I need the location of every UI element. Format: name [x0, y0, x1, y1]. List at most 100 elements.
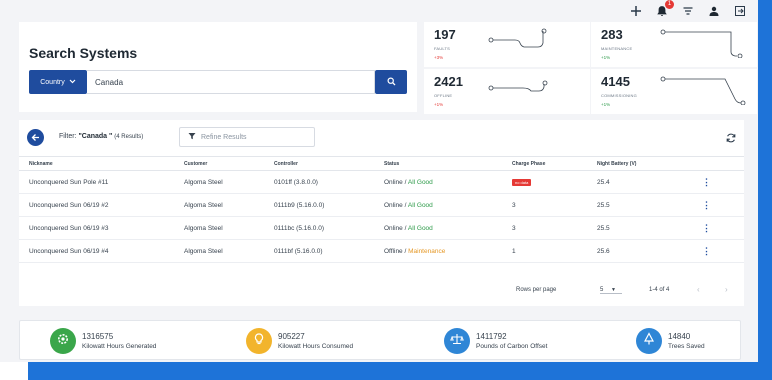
total-kwh-consumed: 905227 Kilowatt Hours Consumed: [246, 327, 353, 355]
search-icon: [387, 73, 396, 91]
total-kwh-generated: 1316575 Kilowatt Hours Generated: [50, 327, 156, 355]
filter-summary: Filter: "Canada " (4 Results): [59, 133, 143, 140]
plus-icon[interactable]: [630, 5, 642, 17]
top-toolbar: 1: [0, 0, 758, 22]
back-button[interactable]: [27, 129, 44, 146]
rows-per-page-select[interactable]: 5 ▼: [600, 287, 622, 294]
next-page-icon[interactable]: ›: [725, 285, 728, 294]
stat-maintenance[interactable]: 283 MAINTENANCE +1%: [591, 22, 757, 67]
stat-commissioning-value: 4145: [601, 74, 630, 89]
country-dropdown-button[interactable]: Country: [29, 70, 87, 94]
status-health: All Good: [407, 201, 433, 209]
total-value: 1316575: [82, 332, 114, 341]
total-value: 905227: [278, 332, 305, 341]
rows-per-page-label: Rows per page: [516, 287, 557, 293]
gear-icon: [56, 332, 70, 351]
filter-icon[interactable]: [682, 5, 694, 17]
column-header[interactable]: Controller: [264, 156, 374, 171]
stat-maintenance-label: MAINTENANCE: [601, 46, 633, 51]
pagination: Rows per page 5 ▼ 1-4 of 4 ‹ ›: [19, 280, 744, 300]
bottom-blue-edge: [28, 362, 772, 380]
country-dropdown-label: Country: [40, 78, 65, 86]
total-carbon-offset: 1411792 Pounds of Carbon Offset: [444, 327, 547, 355]
row-actions-cell: ⋮: [692, 239, 744, 263]
stat-offline-sparkline: [488, 80, 548, 92]
nickname-cell[interactable]: Unconquered Sun 06/19 #4: [19, 239, 174, 263]
table-row[interactable]: Unconquered Sun Pole #11 Algoma Steel 0101…: [19, 170, 744, 194]
stat-commissioning[interactable]: 4145 COMMISSIONING +1%: [591, 69, 757, 114]
stat-faults-label: FAULTS: [434, 46, 451, 51]
total-label: Kilowatt Hours Generated: [82, 343, 157, 350]
status-state: Online: [384, 224, 403, 232]
total-label: Trees Saved: [668, 343, 705, 350]
arrow-left-icon: [31, 129, 40, 147]
status-cell: Online / All Good: [374, 216, 502, 240]
status-cell: Online / All Good: [374, 193, 502, 217]
stat-commissioning-change: +1%: [601, 102, 611, 107]
refresh-icon[interactable]: [725, 131, 737, 143]
tree-icon: [642, 331, 656, 351]
lightbulb-icon: [252, 332, 266, 351]
search-input[interactable]: Canada: [87, 70, 375, 94]
right-blue-edge: [758, 0, 772, 380]
stat-offline-value: 2421: [434, 74, 463, 89]
refine-results-placeholder: Refine Results: [201, 133, 247, 141]
nickname-cell[interactable]: Unconquered Sun 06/19 #3: [19, 216, 174, 240]
status-state: Online: [384, 178, 403, 186]
column-header[interactable]: Nickname: [19, 156, 174, 171]
charge-phase-cell: no data: [502, 170, 587, 194]
night-battery-cell: 25.4: [587, 170, 692, 194]
stat-faults-value: 197: [434, 27, 456, 42]
table-row[interactable]: Unconquered Sun 06/19 #2 Algoma Steel 0111…: [19, 193, 744, 217]
user-icon[interactable]: [708, 5, 720, 17]
customer-cell: Algoma Steel: [174, 193, 264, 217]
refine-results-input[interactable]: Refine Results: [179, 127, 315, 147]
logout-icon[interactable]: [734, 5, 746, 17]
stat-faults-change: +3%: [434, 55, 444, 60]
more-vertical-icon[interactable]: ⋮: [702, 246, 711, 256]
filter-count: (4 Results): [114, 134, 144, 140]
total-value: 14840: [668, 332, 691, 341]
more-vertical-icon[interactable]: ⋮: [702, 177, 711, 187]
column-header[interactable]: Status: [374, 156, 502, 171]
total-icon-circle: [444, 328, 470, 354]
nickname-cell[interactable]: Unconquered Sun Pole #11: [19, 170, 174, 194]
stat-commissioning-sparkline: [660, 76, 746, 105]
column-header[interactable]: Customer: [174, 156, 264, 171]
table-row[interactable]: Unconquered Sun 06/19 #3 Algoma Steel 0111…: [19, 216, 744, 240]
systems-table: Nickname Customer Controller Status Char…: [19, 156, 744, 263]
funnel-icon: [188, 132, 196, 142]
night-battery-cell: 25.5: [587, 216, 692, 240]
caret-down-icon: ▼: [611, 287, 616, 293]
nickname-cell[interactable]: Unconquered Sun 06/19 #2: [19, 193, 174, 217]
search-panel: Search Systems Country Canada: [19, 22, 417, 112]
total-label: Kilowatt Hours Consumed: [278, 343, 354, 350]
status-cell: Offline / Maintenance: [374, 239, 502, 263]
total-label: Pounds of Carbon Offset: [476, 343, 548, 350]
no-data-badge: no data: [512, 178, 532, 186]
row-actions-cell: ⋮: [692, 193, 744, 217]
status-health: All Good: [407, 178, 433, 186]
notification-count-badge: 1: [665, 0, 674, 9]
column-header[interactable]: Charge Phase: [502, 156, 587, 171]
more-vertical-icon[interactable]: ⋮: [702, 223, 711, 233]
status-health: All Good: [407, 224, 433, 232]
table-row[interactable]: Unconquered Sun 06/19 #4 Algoma Steel 0111…: [19, 239, 744, 263]
status-cell: Online / All Good: [374, 170, 502, 194]
stat-offline[interactable]: 2421 OFFLINE +1%: [424, 69, 590, 114]
notification-bell-icon[interactable]: 1: [656, 0, 674, 17]
previous-page-icon[interactable]: ‹: [697, 285, 700, 294]
stat-faults[interactable]: 197 FAULTS +3%: [424, 22, 590, 67]
column-header[interactable]: Night Battery (V): [587, 156, 692, 171]
total-icon-circle: [50, 328, 76, 354]
customer-cell: Algoma Steel: [174, 170, 264, 194]
customer-cell: Algoma Steel: [174, 239, 264, 263]
search-button[interactable]: [375, 70, 407, 94]
more-vertical-icon[interactable]: ⋮: [702, 200, 711, 210]
stat-faults-sparkline: [488, 28, 547, 48]
page-range: 1-4 of 4: [649, 287, 670, 293]
controller-cell: 0111b9 (5.16.0.0): [264, 193, 374, 217]
actions-column-header: [692, 156, 744, 171]
table-header-row: Nickname Customer Controller Status Char…: [19, 156, 744, 171]
filter-prefix: Filter:: [59, 133, 77, 140]
